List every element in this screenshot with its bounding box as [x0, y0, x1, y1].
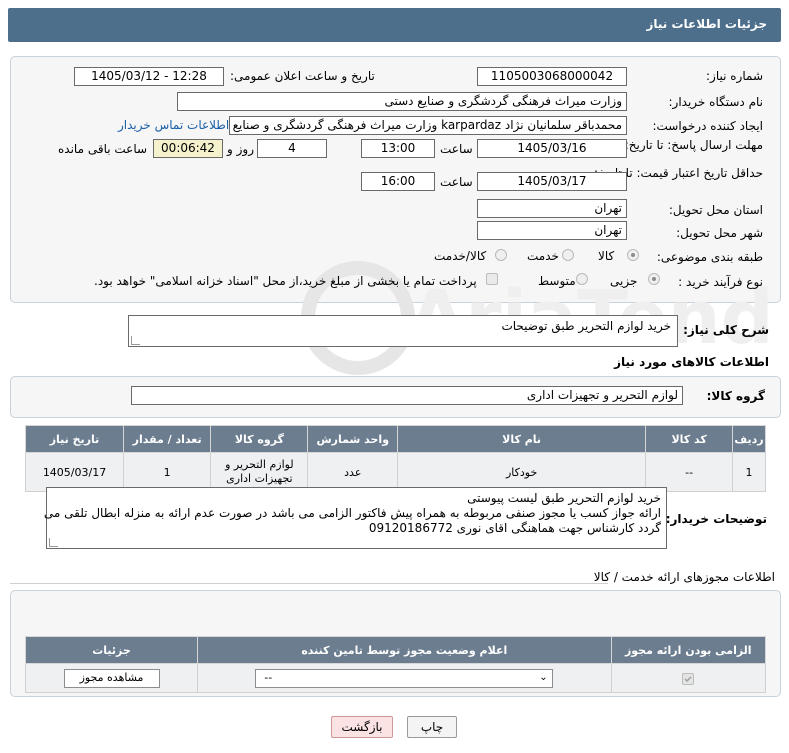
cell-qty: 1 [123, 452, 212, 492]
category-option-service: خدمت [527, 249, 559, 263]
permit-status-cell: -- ⌄ [197, 663, 612, 693]
category-option-goods: کالا [598, 249, 615, 263]
cell-row: 1 [732, 452, 766, 492]
permits-col-status: اعلام وضعیت مجوز توسط تامین کننده [197, 636, 612, 664]
permit-status-select[interactable]: -- ⌄ [255, 668, 554, 688]
permit-status-value: -- [264, 670, 273, 684]
process-radio-medium[interactable] [576, 273, 588, 285]
cell-group: لوازم التحریر و تجهیزات اداری [210, 452, 309, 492]
deadline-time-field: 13:00 [361, 139, 435, 158]
resize-handle[interactable] [131, 336, 140, 345]
province-field: تهران [477, 199, 627, 218]
check-icon [684, 675, 692, 682]
buyer-notes-line1: خرید لوازم التحریر طبق لیست پیوستی [467, 491, 661, 505]
table-row: 1 -- خودکار عدد لوازم التحریر و تجهیزات … [24, 452, 766, 492]
permits-section-title: اطلاعات مجوزهای ارائه خدمت / کالا [593, 570, 775, 584]
deadline-date-field: 1405/03/16 [477, 139, 627, 158]
title-bar: جزئیات اطلاعات نیاز [8, 8, 781, 42]
process-radio-minor[interactable] [648, 273, 660, 285]
goods-col-name: نام کالا [397, 425, 647, 453]
buyer-org-field: وزارت میراث فرهنگی گردشگری و صنایع دستی [177, 92, 627, 111]
contact-buyer-link[interactable]: اطلاعات تماس خریدار [118, 118, 229, 132]
goods-col-group: گروه کالا [210, 425, 309, 453]
back-button[interactable]: بازگشت [331, 716, 393, 738]
cell-date: 1405/03/17 [24, 452, 125, 492]
goods-col-qty: تعداد / مقدار [123, 425, 212, 453]
cell-code: -- [645, 452, 734, 492]
goods-col-unit: واحد شمارش [307, 425, 399, 453]
permits-divider [10, 583, 608, 584]
buyer-notes-label: توضیحات خریدار: [665, 512, 767, 526]
creator-field: محمدباقر سلمانیان نژاد karpardaz وزارت م… [229, 116, 627, 135]
process-option-minor: جزیی [610, 274, 638, 288]
goods-section-title: اطلاعات کالاهای مورد نیاز [614, 355, 769, 369]
announce-field: 1405/03/12 - 12:28 [74, 67, 224, 86]
category-option-both: کالا/خدمت [434, 249, 487, 263]
resize-handle[interactable] [49, 538, 58, 547]
permits-table: الزامی بودن ارائه مجوز اعلام وضعیت مجوز … [24, 636, 767, 693]
goods-col-date: تاریخ نیاز [24, 425, 125, 453]
view-permit-button[interactable]: مشاهده مجوز [63, 668, 160, 688]
remaining-label: ساعت باقی مانده [58, 142, 148, 156]
goods-col-code: کد کالا [645, 425, 734, 453]
chevron-down-icon: ⌄ [539, 671, 548, 683]
permit-required-checkbox [682, 672, 695, 685]
need-number-field: 1105003068000042 [477, 67, 627, 86]
treasury-payment-checkbox[interactable] [486, 273, 498, 285]
permit-details-cell: مشاهده مجوز [24, 663, 199, 693]
validity-date-field: 1405/03/17 [477, 172, 627, 191]
buyer-notes-line3: گردد کارشناس جهت هماهنگی اقای نوری 09120… [368, 521, 661, 535]
summary-text: خرید لوازم التحریر طبق توضیحات [501, 319, 671, 333]
buyer-notes-line2: ارائه جواز کسب یا مجوز صنفی مربوطه به هم… [43, 506, 661, 520]
cell-unit: عدد [307, 452, 399, 492]
summary-label: شرح کلی نیاز: [683, 323, 769, 337]
validity-time-label: ساعت [440, 175, 473, 189]
category-radio-service[interactable] [562, 249, 574, 261]
goods-group-label: گروه کالا: [706, 389, 765, 403]
remaining-time-field: 00:06:42 [153, 139, 223, 158]
buyer-org-label: نام دستگاه خریدار: [668, 95, 764, 109]
province-label: استان محل تحویل: [668, 203, 763, 217]
buyer-notes-field: خرید لوازم التحریر طبق لیست پیوستی ارائه… [43, 487, 667, 549]
goods-col-row: ردیف [732, 425, 766, 453]
city-field: تهران [477, 221, 627, 240]
creator-label: ایجاد کننده درخواست: [652, 119, 763, 133]
days-label: روز و [227, 142, 254, 156]
permits-col-details: جزئیات [24, 636, 199, 664]
city-label: شهر محل تحویل: [676, 226, 763, 240]
table-row: -- ⌄ مشاهده مجوز [24, 663, 767, 693]
process-option-medium: متوسط [538, 274, 576, 288]
announce-label: تاریخ و ساعت اعلان عمومی: [230, 69, 375, 83]
days-field: 4 [257, 139, 327, 158]
category-radio-both[interactable] [495, 249, 507, 261]
category-label: طبقه بندی موضوعی: [656, 250, 763, 264]
validity-time-field: 16:00 [361, 172, 435, 191]
process-label: نوع فرآیند خرید : [678, 275, 763, 289]
page-title: جزئیات اطلاعات نیاز [646, 17, 767, 31]
goods-group-field: لوازم التحریر و تجهیزات اداری [131, 386, 683, 405]
deadline-time-label: ساعت [440, 142, 473, 156]
permits-col-required: الزامی بودن ارائه مجوز [610, 636, 767, 664]
treasury-payment-note: پرداخت تمام یا بخشی از مبلغ خرید،از محل … [94, 274, 477, 288]
summary-field: خرید لوازم التحریر طبق توضیحات [128, 315, 678, 347]
goods-table: ردیف کد کالا نام کالا واحد شمارش گروه کا… [24, 425, 766, 492]
deadline-label-text: مهلت ارسال پاسخ: تا تاریخ: [624, 138, 763, 152]
permit-required-cell [610, 663, 767, 693]
need-number-label: شماره نیاز: [706, 69, 763, 83]
cell-name: خودکار [397, 452, 647, 492]
category-radio-goods[interactable] [627, 249, 639, 261]
print-button[interactable]: چاپ [407, 716, 457, 738]
